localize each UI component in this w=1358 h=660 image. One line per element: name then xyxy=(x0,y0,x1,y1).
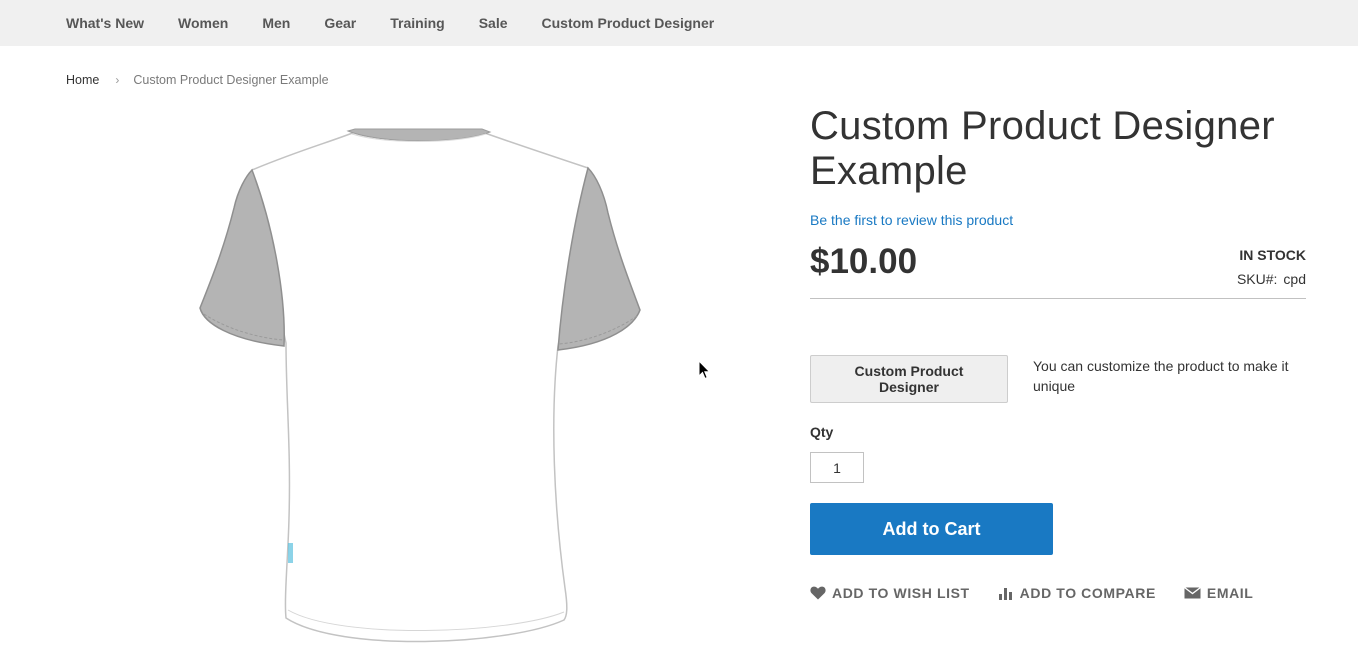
product-actions: ADD TO WISH LIST ADD TO COMPARE EMAIL xyxy=(810,585,1281,601)
designer-note: You can customize the product to make it… xyxy=(1033,358,1289,394)
nav-item-training[interactable]: Training xyxy=(390,15,444,31)
breadcrumb-home-link[interactable]: Home xyxy=(66,73,99,87)
heart-icon xyxy=(810,586,826,600)
bar-chart-icon xyxy=(998,588,1012,600)
stock-status: IN STOCK xyxy=(1239,247,1306,263)
review-link[interactable]: Be the first to review this product xyxy=(810,212,1013,228)
compare-label: ADD TO COMPARE xyxy=(1019,585,1156,601)
product-image[interactable] xyxy=(190,118,650,653)
breadcrumb: Home › Custom Product Designer Example xyxy=(66,73,329,87)
add-to-compare-link[interactable]: ADD TO COMPARE xyxy=(998,585,1156,601)
divider xyxy=(810,298,1306,299)
email-label: EMAIL xyxy=(1206,585,1254,601)
nav-item-whats-new[interactable]: What's New xyxy=(66,15,144,31)
email-link[interactable]: EMAIL xyxy=(1184,585,1254,601)
breadcrumb-current: Custom Product Designer Example xyxy=(133,73,329,87)
qty-input[interactable] xyxy=(810,452,864,483)
envelope-icon xyxy=(1184,587,1201,599)
sku-label: SKU#: xyxy=(1236,271,1278,287)
product-price: $10.00 xyxy=(810,242,918,281)
nav-item-men[interactable]: Men xyxy=(262,15,290,31)
mouse-cursor-icon xyxy=(698,360,711,380)
add-to-cart-button[interactable]: Add to Cart xyxy=(810,503,1053,555)
nav-menu: What's New Women Men Gear Training Sale … xyxy=(66,0,748,46)
tshirt-back-image xyxy=(199,128,641,643)
nav-item-gear[interactable]: Gear xyxy=(324,15,356,31)
wishlist-label: ADD TO WISH LIST xyxy=(832,585,970,601)
chevron-right-icon: › xyxy=(115,73,120,87)
nav-item-sale[interactable]: Sale xyxy=(479,15,508,31)
add-to-wishlist-link[interactable]: ADD TO WISH LIST xyxy=(810,585,970,601)
nav-item-custom-product-designer[interactable]: Custom Product Designer xyxy=(542,15,715,31)
product-title: Custom Product Designer Example xyxy=(810,104,1275,193)
sku-value: cpd xyxy=(1283,271,1306,287)
qty-label: Qty xyxy=(810,424,834,440)
nav-item-women[interactable]: Women xyxy=(178,15,228,31)
top-navigation: What's New Women Men Gear Training Sale … xyxy=(0,0,1358,46)
custom-product-designer-button[interactable]: Custom Product Designer xyxy=(810,355,1008,403)
product-sku: SKU#: cpd xyxy=(1237,271,1306,287)
